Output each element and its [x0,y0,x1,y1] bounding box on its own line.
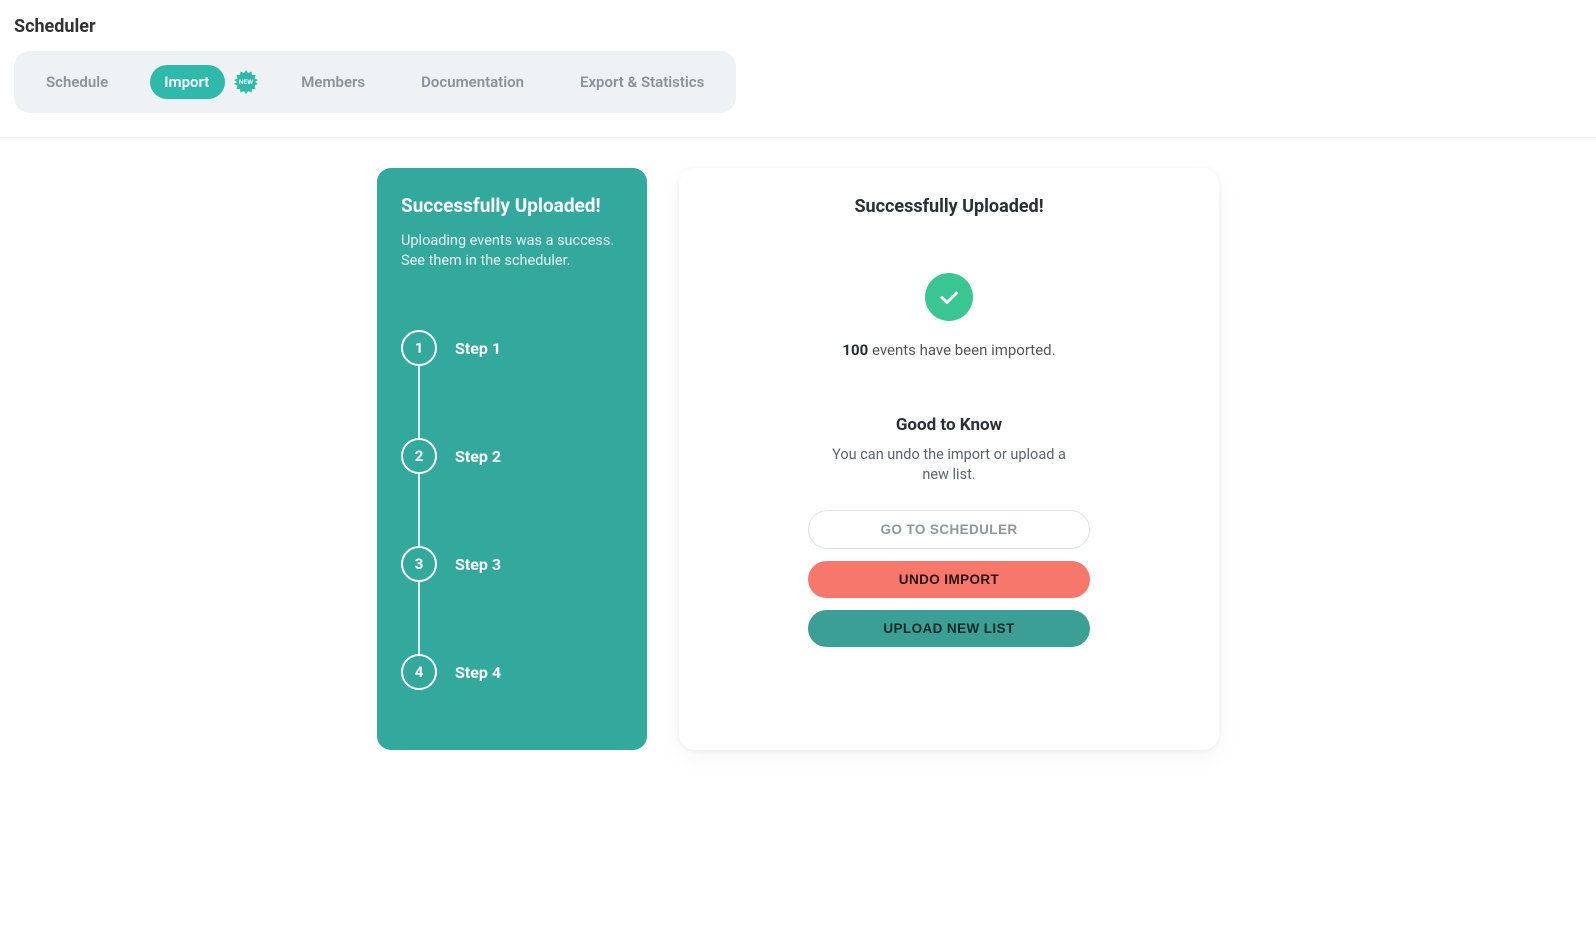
import-message: 100 events have been imported. [709,341,1189,359]
steps-list: 1 Step 1 2 Step 2 3 Step 3 4 Step 4 [401,330,623,690]
tab-label: Import [164,73,209,91]
step-number: 2 [401,438,437,474]
go-to-scheduler-button[interactable]: Go to Scheduler [808,510,1090,549]
tab-label: Export & Statistics [580,73,704,91]
step-connector [418,474,420,546]
result-card: Successfully Uploaded! 100 events have b… [679,168,1219,750]
tabs-bar: Schedule Import NEW Members Documentatio… [14,51,736,113]
divider [0,137,1596,138]
upload-new-list-button[interactable]: Upload New List [808,610,1090,647]
step-number: 3 [401,546,437,582]
tab-documentation[interactable]: Documentation [407,65,538,99]
step-number: 1 [401,330,437,366]
step-number: 4 [401,654,437,690]
progress-card: Successfully Uploaded! Uploading events … [377,168,647,750]
good-to-know-text: You can undo the import or upload a new … [819,445,1079,484]
tab-label: Documentation [421,73,524,91]
import-suffix: events have been imported. [868,341,1055,359]
step-item: 1 Step 1 [401,330,623,366]
tab-label: Members [301,73,365,91]
step-connector [418,582,420,654]
step-label: Step 3 [455,555,501,574]
result-heading: Successfully Uploaded! [709,196,1189,217]
progress-heading: Successfully Uploaded! [401,194,623,217]
import-count: 100 [842,341,868,359]
step-item: 2 Step 2 [401,438,623,474]
good-to-know-heading: Good to Know [709,415,1189,435]
progress-subtext: Uploading events was a success. See them… [401,231,623,270]
step-connector [418,366,420,438]
svg-text:NEW: NEW [239,80,253,86]
tab-schedule[interactable]: Schedule [32,65,122,99]
tab-members[interactable]: Members [287,65,379,99]
step-label: Step 1 [455,339,501,358]
step-label: Step 2 [455,447,501,466]
tab-label: Schedule [46,73,108,91]
new-badge-icon: NEW [233,69,259,95]
tab-import[interactable]: Import [150,65,225,99]
undo-import-button[interactable]: Undo Import [808,561,1090,598]
step-item: 4 Step 4 [401,654,623,690]
tab-export-statistics[interactable]: Export & Statistics [566,65,718,99]
step-label: Step 4 [455,663,501,682]
step-item: 3 Step 3 [401,546,623,582]
checkmark-icon [925,273,973,321]
page-title: Scheduler [14,16,1582,37]
